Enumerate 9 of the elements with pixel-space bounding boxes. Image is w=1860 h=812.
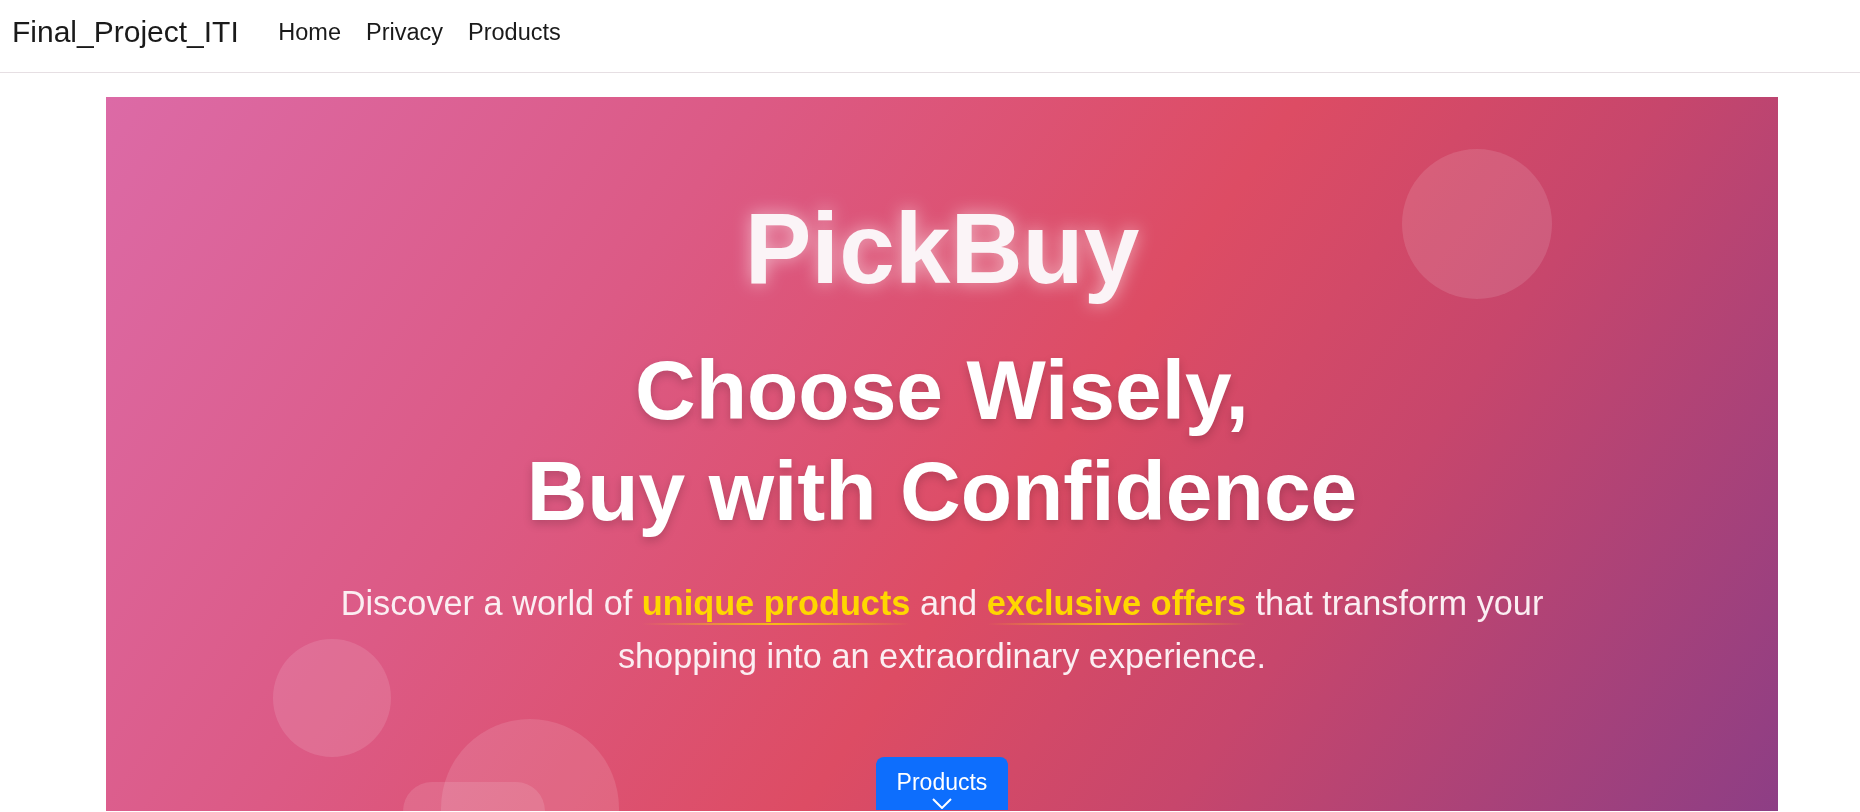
nav-link[interactable]: Home xyxy=(265,12,354,52)
hero-headline: Choose Wisely, Buy with Confidence xyxy=(526,342,1358,540)
products-button[interactable]: Products xyxy=(876,757,1008,810)
brand-link[interactable]: Final_Project_ITI xyxy=(12,12,239,52)
chevron-down-icon xyxy=(932,798,952,809)
nav-link[interactable]: Privacy xyxy=(353,12,456,52)
hero-tagline: Discover a world of unique products and exclusive offers that transform your shopping into an extraordinary experience. xyxy=(339,583,1545,677)
nav-link[interactable]: Products xyxy=(455,12,574,52)
hero-logo-text: PickBuy xyxy=(744,191,1140,306)
